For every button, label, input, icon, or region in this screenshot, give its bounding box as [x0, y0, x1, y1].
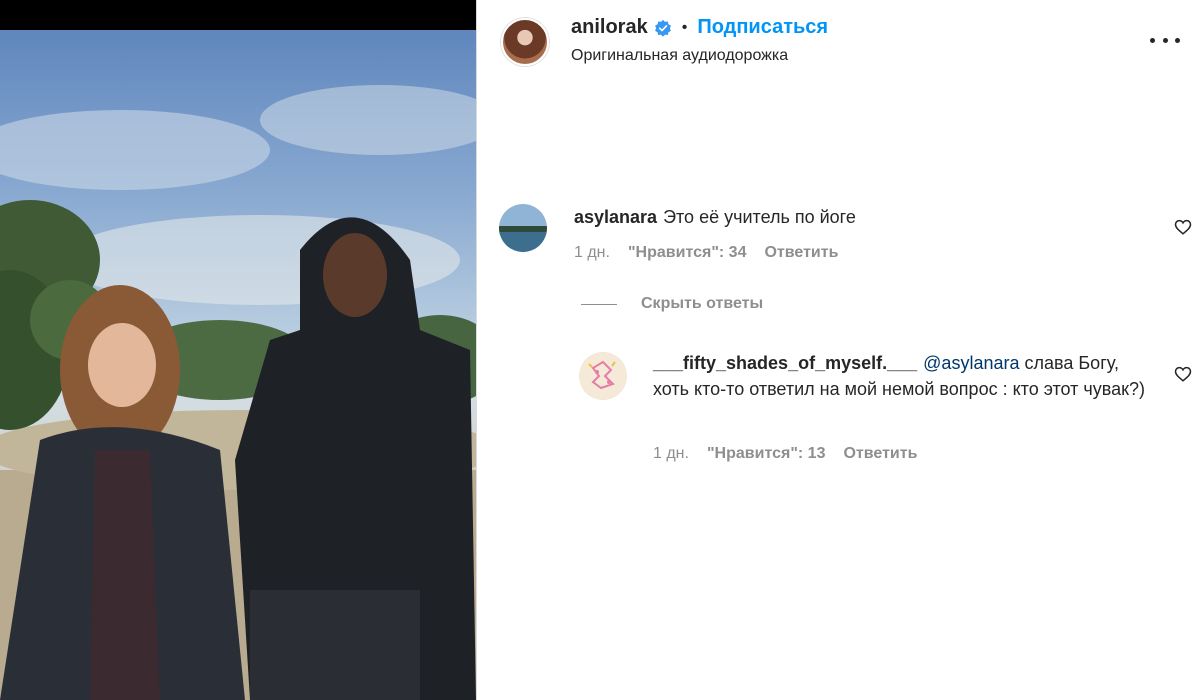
- verified-badge-icon: [654, 19, 671, 37]
- more-options-icon[interactable]: [1150, 30, 1180, 50]
- author-username[interactable]: anilorak: [571, 16, 648, 39]
- follow-button[interactable]: Подписаться: [697, 16, 828, 39]
- comment-time[interactable]: 1 дн.: [574, 244, 610, 262]
- heart-icon[interactable]: [1174, 365, 1192, 383]
- reply-button[interactable]: Ответить: [764, 244, 838, 262]
- reply-mention[interactable]: @asylanara: [923, 353, 1019, 373]
- hide-replies-button[interactable]: Скрыть ответы: [581, 295, 763, 313]
- audio-track-link[interactable]: Оригинальная аудиодорожка: [571, 47, 788, 65]
- post-header: anilorak • Подписаться Оригинальная ауди…: [477, 0, 1200, 80]
- reply-likes[interactable]: "Нравится": 13: [707, 445, 826, 463]
- comment-body: Это её учитель по йоге: [663, 207, 856, 227]
- comment-likes[interactable]: "Нравится": 34: [628, 244, 747, 262]
- reply-reply-button[interactable]: Ответить: [843, 445, 917, 463]
- hide-replies-line: [581, 303, 617, 305]
- reply-text: ___fifty_shades_of_myself.___ @asylanara …: [653, 350, 1153, 402]
- commenter-avatar[interactable]: [499, 204, 547, 252]
- replier-avatar[interactable]: [579, 352, 627, 400]
- media-top-bar: [0, 0, 476, 30]
- heart-icon[interactable]: [1174, 218, 1192, 236]
- comment-text: asylanara Это её учитель по йоге: [574, 204, 1134, 230]
- reply-time[interactable]: 1 дн.: [653, 445, 689, 463]
- author-avatar[interactable]: [501, 18, 549, 66]
- comment-meta: 1 дн. "Нравится": 34 Ответить: [574, 244, 838, 262]
- post-media[interactable]: [0, 0, 476, 700]
- video-frame[interactable]: [0, 30, 476, 700]
- reply-username[interactable]: ___fifty_shades_of_myself.___: [653, 353, 917, 373]
- hide-replies-label: Скрыть ответы: [641, 295, 764, 312]
- comments-pane: anilorak • Подписаться Оригинальная ауди…: [477, 0, 1200, 700]
- separator-dot: •: [681, 18, 688, 36]
- video-still: [0, 85, 476, 700]
- comment-username[interactable]: asylanara: [574, 207, 657, 227]
- reply-meta: 1 дн. "Нравится": 13 Ответить: [653, 445, 917, 463]
